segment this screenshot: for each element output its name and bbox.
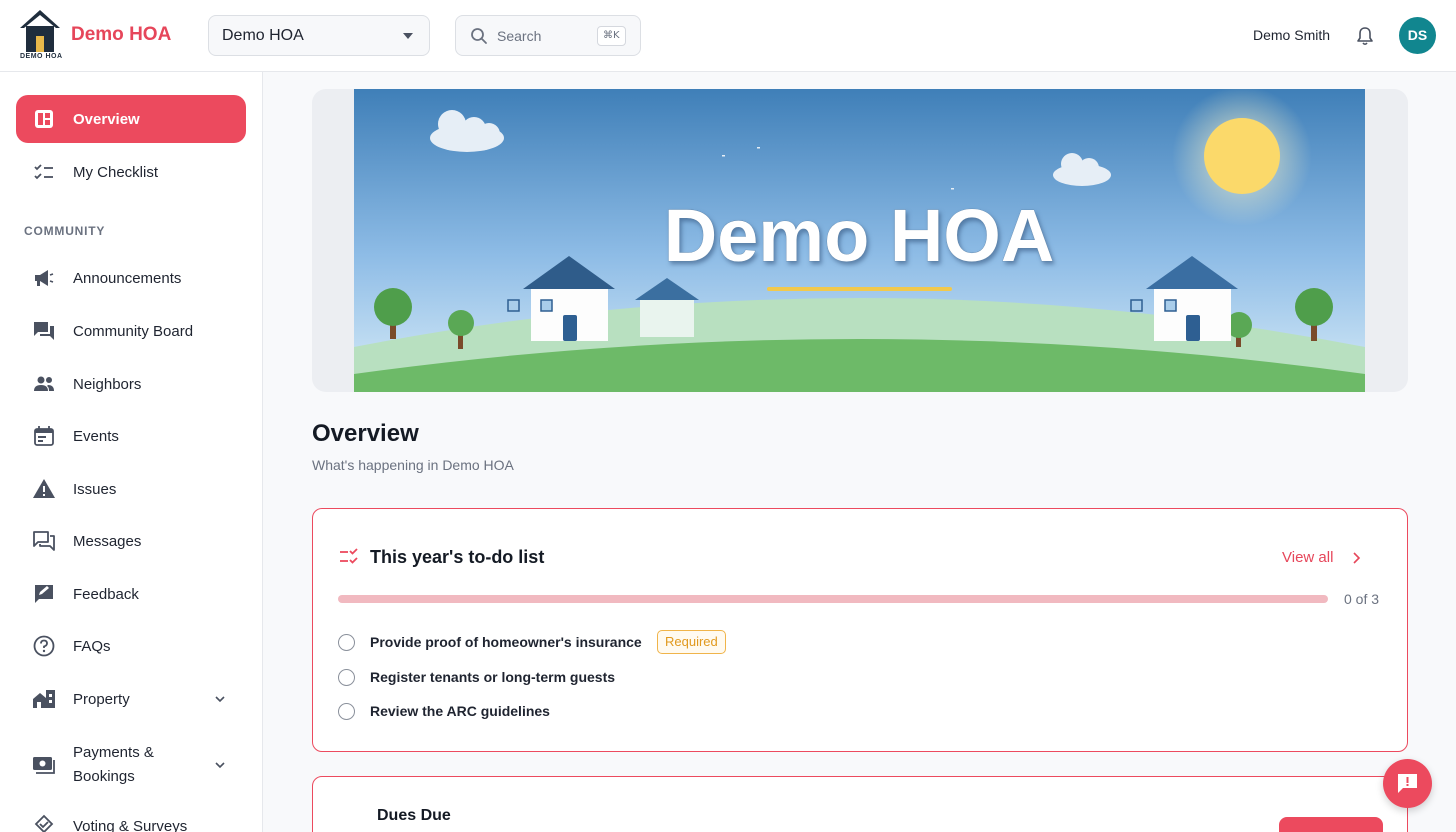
feedback-icon <box>35 585 53 603</box>
megaphone-icon <box>35 270 54 286</box>
todo-checkbox[interactable] <box>338 669 355 686</box>
feedback-chat-button[interactable] <box>1383 759 1432 808</box>
search-icon <box>471 28 487 44</box>
sidebar-item-messages[interactable]: Messages <box>16 517 246 565</box>
sidebar-item-payments-bookings[interactable]: Payments & Bookings <box>16 739 246 791</box>
todo-progress-bar <box>338 595 1328 603</box>
sidebar-item-label: Overview <box>73 110 140 128</box>
todo-item-label: Register tenants or long-term guests <box>370 669 616 685</box>
dues-card-title: Dues Due <box>377 807 451 824</box>
banner-title: Demo HOA <box>664 194 1055 277</box>
bell-icon[interactable] <box>1354 25 1376 47</box>
property-icon <box>33 690 55 708</box>
sidebar-item-label: Messages <box>73 532 142 550</box>
chat-alert-icon <box>1398 774 1417 793</box>
organization-selector-value: Demo HOA <box>222 27 304 44</box>
sidebar-item-feedback[interactable]: Feedback <box>16 570 246 618</box>
sidebar-item-voting-surveys[interactable]: Voting & Surveys <box>16 802 246 832</box>
chevron-down-icon <box>215 762 225 769</box>
page-title: Overview <box>312 420 419 447</box>
search-shortcut: ⌘K <box>597 26 626 46</box>
sidebar-item-label: Voting & Surveys <box>73 817 188 832</box>
sidebar-item-label: Feedback <box>73 585 139 603</box>
messages-icon <box>33 531 55 551</box>
brand-name[interactable]: Demo HOA <box>71 24 171 46</box>
todo-list-title: This year's to-do list <box>370 547 545 567</box>
community-banner: Demo HOA <box>312 89 1408 392</box>
user-avatar[interactable]: DS <box>1399 17 1436 54</box>
sidebar-item-property[interactable]: Property <box>16 675 246 723</box>
forum-icon <box>34 322 54 340</box>
sidebar-item-issues[interactable]: Issues <box>16 465 246 513</box>
view-all-link[interactable]: View all <box>1282 549 1333 566</box>
sidebar-item-neighbors[interactable]: Neighbors <box>16 360 246 408</box>
sidebar-item-my-checklist[interactable]: My Checklist <box>16 148 246 196</box>
sidebar-item-label: Community Board <box>73 322 194 340</box>
todo-item-label: Review the ARC guidelines <box>370 703 550 719</box>
chevron-right-icon[interactable] <box>1350 551 1362 565</box>
dashboard-icon <box>35 110 53 128</box>
checklist-icon <box>34 164 53 180</box>
todo-checkbox[interactable] <box>338 634 355 651</box>
chevron-down-icon <box>215 696 225 703</box>
sidebar-item-faqs[interactable]: FAQs <box>16 622 246 670</box>
required-badge: Required <box>657 630 726 654</box>
sidebar-item-overview[interactable]: Overview <box>16 95 246 143</box>
vote-icon <box>34 814 54 832</box>
sidebar-item-label: My Checklist <box>73 163 159 181</box>
sidebar-section-community: COMMUNITY <box>24 224 106 238</box>
sidebar-item-label: Property <box>73 690 130 708</box>
checklist-icon <box>340 548 358 564</box>
sidebar: Overview My Checklist COMMUNITY Announce… <box>0 72 263 832</box>
todo-progress-count: 0 of 3 <box>1344 591 1380 607</box>
user-name[interactable]: Demo Smith <box>1253 27 1330 43</box>
people-icon <box>34 376 54 391</box>
sidebar-item-announcements[interactable]: Announcements <box>16 254 246 302</box>
community-banner-image: Demo HOA <box>354 89 1365 392</box>
search-placeholder: Search <box>497 28 542 44</box>
todo-item-label: Provide proof of homeowner's insurance <box>370 634 642 650</box>
warning-icon <box>33 479 55 498</box>
sidebar-item-events[interactable]: Events <box>16 412 246 460</box>
sidebar-item-label: Issues <box>73 480 117 498</box>
todo-checkbox[interactable] <box>338 703 355 720</box>
page-subtitle: What's happening in Demo HOA <box>312 457 514 473</box>
top-header: DEMO HOA Demo HOA Demo HOA Search ⌘K Dem… <box>0 0 1456 72</box>
dues-card: Dues Due <box>312 776 1408 832</box>
todo-list-card: This year's to-do list View all 0 of 3 P… <box>312 508 1408 752</box>
sidebar-item-label: FAQs <box>73 637 111 655</box>
pay-dues-button[interactable] <box>1279 817 1383 832</box>
help-circle-icon <box>33 635 55 657</box>
payments-icon <box>33 757 55 774</box>
sidebar-item-label: Payments & Bookings <box>73 744 154 785</box>
chevron-down-icon <box>403 33 413 39</box>
organization-selector[interactable]: Demo HOA <box>208 15 430 56</box>
sidebar-item-community-board[interactable]: Community Board <box>16 307 246 355</box>
calendar-icon <box>34 426 54 446</box>
sidebar-item-label: Events <box>73 427 119 445</box>
logo-caption: DEMO HOA <box>20 53 63 60</box>
search-box[interactable]: Search ⌘K <box>455 15 641 56</box>
sidebar-item-label: Announcements <box>73 269 182 287</box>
sidebar-item-label: Neighbors <box>73 375 142 393</box>
